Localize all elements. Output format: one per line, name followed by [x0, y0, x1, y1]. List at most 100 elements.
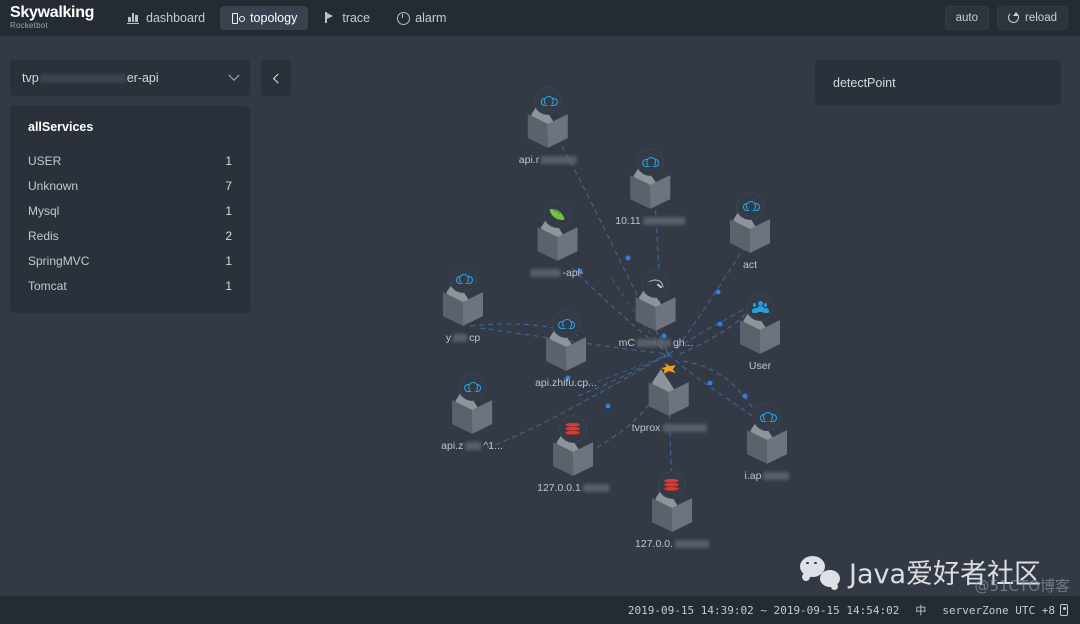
node-badge: [553, 311, 579, 337]
node-label: User: [737, 360, 783, 372]
service-row-user[interactable]: USER 1: [28, 148, 232, 173]
redis-icon: [664, 478, 680, 492]
redacted-text: [763, 472, 790, 480]
node-label-text: tvprox: [631, 422, 661, 434]
nav-tab-alarm[interactable]: alarm: [385, 6, 457, 30]
redacted-text: [662, 424, 707, 432]
topology-node[interactable]: User: [737, 294, 783, 372]
topology-node[interactable]: api.r: [518, 88, 578, 166]
detect-point-panel[interactable]: detectPoint: [815, 60, 1061, 105]
wechat-icon: [800, 555, 840, 590]
edge-dot: [625, 255, 631, 261]
node-badge: [637, 149, 663, 175]
dashboard-bars-icon: [127, 11, 140, 24]
app-header: Skywalking Rocketbot dashboard topology …: [0, 0, 1080, 36]
timezone-icon: [1060, 604, 1068, 616]
brand-name: Skywalking: [10, 4, 95, 21]
service-name: Tomcat: [28, 278, 67, 293]
reload-button[interactable]: reload: [997, 5, 1068, 30]
service-row-redis[interactable]: Redis 2: [28, 223, 232, 248]
service-row-springmvc[interactable]: SpringMVC 1: [28, 248, 232, 273]
auto-button-label: auto: [955, 11, 979, 24]
brand-subtitle: Rocketbot: [10, 21, 48, 30]
nav-label-trace: trace: [342, 10, 371, 25]
node-badge: [559, 416, 586, 442]
node-label-text: 127.0.0.: [635, 538, 673, 550]
topology-node[interactable]: api.z ^1...: [441, 374, 503, 452]
redacted-text: [39, 74, 126, 84]
topology-node[interactable]: i.ap: [744, 404, 790, 482]
auto-refresh-button[interactable]: auto: [944, 5, 990, 30]
topology-node[interactable]: -api-: [530, 201, 584, 279]
service-name: Unknown: [28, 178, 79, 193]
detect-point-label: detectPoint: [833, 75, 896, 90]
collapse-sidebar-button[interactable]: [261, 60, 291, 96]
edge-dot: [605, 403, 611, 409]
topology-node[interactable]: act: [727, 193, 773, 271]
node-label-text: api.r: [518, 154, 540, 166]
node-label-text: api.zhifu.cp...: [535, 377, 597, 389]
node-label-text: y: [445, 332, 452, 344]
topology-node[interactable]: 127.0.0.: [635, 472, 709, 550]
users-group-icon: [751, 301, 769, 313]
trace-flag-icon: [323, 11, 336, 24]
cloud-icon: [455, 274, 473, 284]
node-label-text: api.z: [441, 440, 464, 452]
redacted-text: [642, 217, 685, 225]
node-label: y cp: [440, 332, 486, 344]
language-toggle[interactable]: 中: [915, 602, 926, 618]
topology-node[interactable]: mC gh...: [619, 271, 693, 349]
service-row-unknown[interactable]: Unknown 7: [28, 173, 232, 198]
node-label: i.ap: [744, 470, 790, 482]
nav-label-alarm: alarm: [415, 10, 447, 25]
topology-node[interactable]: api.zhifu.cp...: [535, 311, 597, 389]
cloud-icon: [742, 201, 760, 211]
node-badge: [543, 201, 570, 227]
edge-dot: [717, 321, 723, 327]
all-services-title: allServices: [28, 120, 94, 134]
redacted-text: [453, 334, 468, 342]
alarm-clock-icon: [396, 11, 410, 25]
cloud-icon: [540, 96, 558, 106]
brand-logo: Skywalking Rocketbot: [0, 0, 1080, 30]
nav-tab-trace[interactable]: trace: [312, 6, 381, 30]
topology-node-central[interactable]: tvprox: [632, 356, 707, 434]
redacted-text: [636, 339, 671, 347]
timezone-wrap[interactable]: serverZone UTC +8: [942, 604, 1068, 617]
node-label: api.z ^1...: [441, 440, 503, 452]
redacted-text: [541, 156, 578, 164]
reload-button-label: reload: [1025, 11, 1057, 24]
time-range-label[interactable]: 2019-09-15 14:39:02 ~ 2019-09-15 14:54:0…: [628, 604, 900, 617]
all-services-panel: allServices USER 1 Unknown 7 Mysql 1 Red…: [10, 106, 250, 313]
alert-burst-icon: [658, 360, 680, 378]
node-label-text: cp: [469, 332, 481, 344]
node-badge: [754, 404, 780, 430]
redacted-text: [530, 269, 561, 277]
service-select[interactable]: tvp er-api: [10, 60, 250, 96]
node-badge: [747, 294, 773, 320]
nav-tab-dashboard[interactable]: dashboard: [116, 6, 216, 30]
node-label-text: 127.0.0.1: [537, 482, 581, 494]
service-count: 7: [225, 178, 232, 193]
node-label-text: User: [748, 360, 772, 372]
cloud-icon: [759, 412, 777, 422]
service-count: 1: [225, 153, 232, 168]
service-row-tomcat[interactable]: Tomcat 1: [28, 273, 232, 298]
nav-tab-topology[interactable]: topology: [220, 5, 309, 30]
topology-node[interactable]: 10.11: [615, 149, 685, 227]
service-select-value: tvp er-api: [22, 71, 230, 85]
service-row-mysql[interactable]: Mysql 1: [28, 198, 232, 223]
service-name: Mysql: [28, 203, 60, 218]
redacted-text: [674, 540, 709, 548]
node-badge: [737, 193, 763, 219]
nav-label-dashboard: dashboard: [146, 10, 206, 25]
service-name: USER: [28, 153, 62, 168]
edge-dot: [742, 393, 748, 399]
topology-node[interactable]: y cp: [440, 266, 486, 344]
edge-dot: [715, 289, 721, 295]
topology-node[interactable]: 127.0.0.1: [537, 416, 609, 494]
service-count: 1: [225, 278, 232, 293]
redacted-text: [582, 484, 609, 492]
header-actions: auto reload: [944, 5, 1080, 30]
redacted-text: [465, 442, 482, 450]
